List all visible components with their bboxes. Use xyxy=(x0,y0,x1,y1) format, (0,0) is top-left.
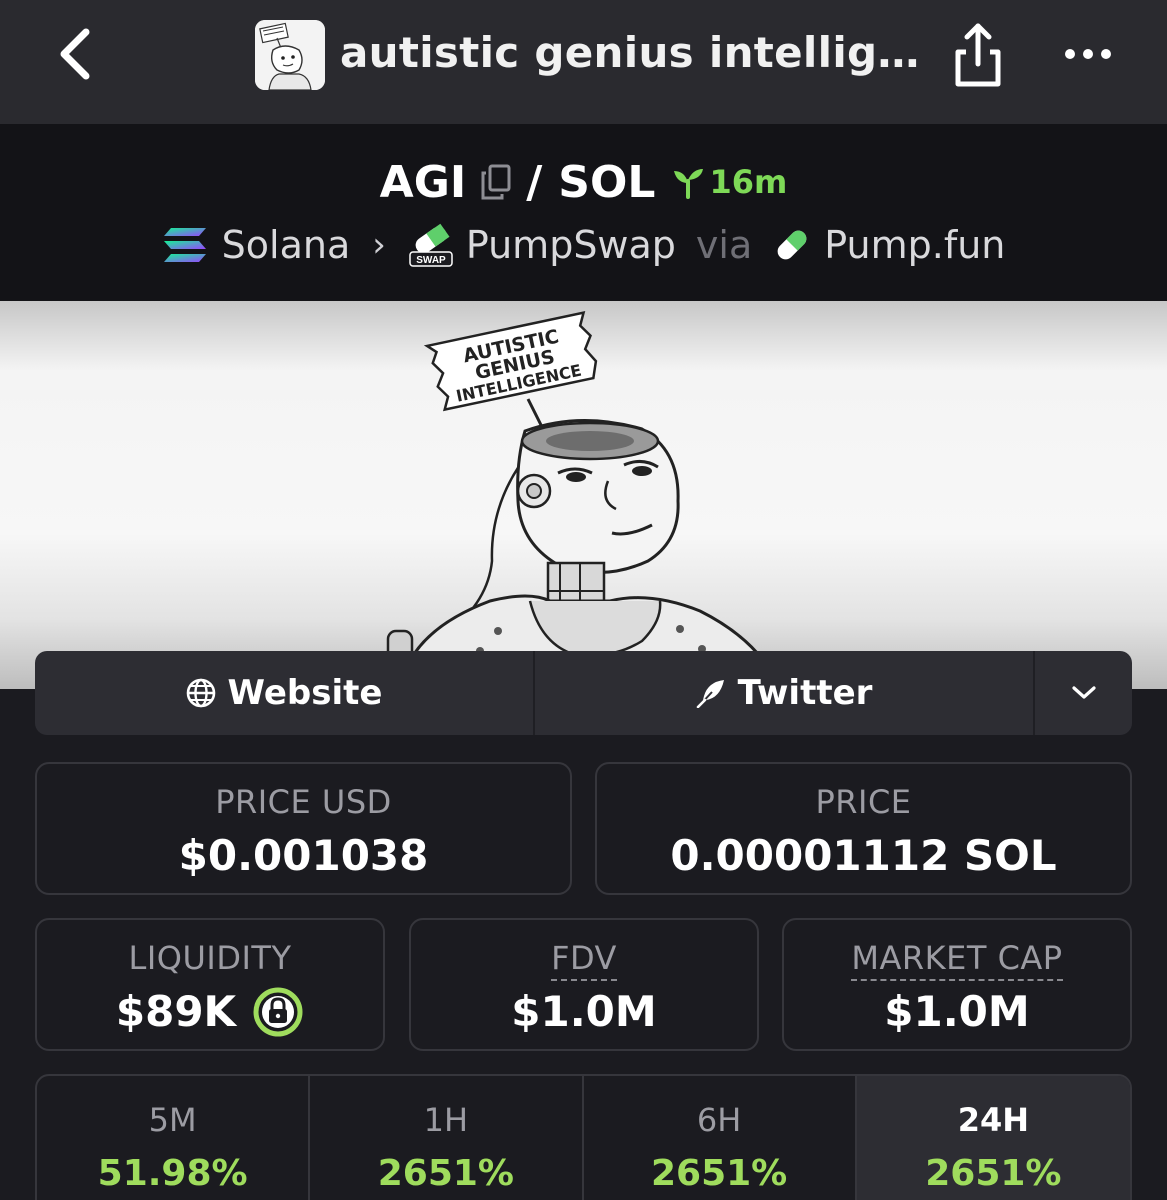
launchpad-link[interactable]: Pump.fun xyxy=(824,223,1005,267)
top-nav-bar: autistic genius intellig… xyxy=(0,0,1167,124)
tab-1h-change: 2651% xyxy=(377,1153,514,1194)
page-title: autistic genius intellig… xyxy=(340,28,920,77)
chain-link[interactable]: Solana xyxy=(222,223,351,267)
fdv-value: $1.0M xyxy=(511,987,657,1036)
tab-5m[interactable]: 5M 51.98% xyxy=(37,1076,311,1200)
price-usd-label: PRICE USD xyxy=(215,783,392,821)
price-native-card: PRICE 0.00001112 SOL xyxy=(595,762,1132,895)
market-cap-label[interactable]: MARKET CAP xyxy=(851,939,1063,981)
globe-icon xyxy=(186,678,215,708)
token-banner-image: AUTISTIC GENIUS INTELLIGENCE xyxy=(386,311,782,689)
pill-icon xyxy=(777,230,807,260)
solana-icon xyxy=(163,228,206,262)
copy-icon[interactable] xyxy=(480,164,512,200)
price-label: PRICE xyxy=(815,783,912,821)
pumpswap-icon: SWAP xyxy=(409,223,453,267)
share-icon xyxy=(955,23,1001,87)
sprout-icon xyxy=(674,169,704,199)
price-change-tabs: 5M 51.98% 1H 2651% 6H 2651% 24H 2651% xyxy=(35,1074,1132,1200)
via-text: via xyxy=(695,223,753,267)
price-usd-value: $0.001038 xyxy=(178,831,429,880)
tab-1h-label: 1H xyxy=(423,1101,469,1139)
price-native-value: 0.00001112 SOL xyxy=(670,831,1057,880)
pair-title: AGI / SOL 16m xyxy=(0,154,1167,210)
fdv-card: FDV $1.0M xyxy=(409,918,759,1051)
tab-24h-label: 24H xyxy=(957,1101,1030,1139)
fdv-label[interactable]: FDV xyxy=(551,939,617,981)
chevron-down-icon xyxy=(1071,686,1096,699)
social-links-bar: Website Twitter xyxy=(35,651,1132,735)
pair-separator: / xyxy=(526,156,543,208)
token-avatar xyxy=(255,20,325,90)
market-cap-card: MARKET CAP $1.0M xyxy=(782,918,1132,1051)
breadcrumb: Solana › SWAP PumpSwap via Pump.fun xyxy=(0,218,1167,272)
lock-icon[interactable] xyxy=(252,986,304,1038)
more-options-button[interactable] xyxy=(1060,36,1116,72)
liquidity-label: LIQUIDITY xyxy=(128,939,292,977)
tab-6h-label: 6H xyxy=(696,1101,742,1139)
tab-1h[interactable]: 1H 2651% xyxy=(310,1076,584,1200)
tab-24h[interactable]: 24H 2651% xyxy=(856,1076,1130,1200)
chevron-right-icon: › xyxy=(372,225,386,265)
dex-badge-text: SWAP xyxy=(416,255,446,266)
website-button[interactable]: Website xyxy=(35,651,535,735)
market-cap-value: $1.0M xyxy=(884,987,1030,1036)
back-button[interactable] xyxy=(52,22,102,86)
liquidity-value: $89K xyxy=(115,987,237,1036)
more-links-button[interactable] xyxy=(1035,651,1132,735)
liquidity-card: LIQUIDITY $89K xyxy=(35,918,385,1051)
ellipsis-icon xyxy=(1065,49,1111,59)
tab-6h[interactable]: 6H 2651% xyxy=(584,1076,857,1200)
quote-token-symbol: SOL xyxy=(558,156,656,208)
twitter-button[interactable]: Twitter xyxy=(535,651,1035,735)
price-usd-card: PRICE USD $0.001038 xyxy=(35,762,572,895)
chevron-left-icon xyxy=(60,28,90,80)
base-token-symbol: AGI xyxy=(379,156,467,208)
share-button[interactable] xyxy=(950,18,1006,90)
tab-24h-change: 2651% xyxy=(925,1153,1062,1194)
tab-6h-change: 2651% xyxy=(650,1153,788,1194)
dex-link[interactable]: PumpSwap xyxy=(466,223,676,267)
pair-header: AGI / SOL 16m Solana › SWAP PumpSwap via… xyxy=(0,124,1167,301)
token-banner: AUTISTIC GENIUS INTELLIGENCE xyxy=(0,301,1167,689)
tab-5m-label: 5M xyxy=(148,1101,197,1139)
feather-icon xyxy=(696,680,724,708)
pair-age: 16m xyxy=(709,163,788,201)
tab-5m-change: 51.98% xyxy=(97,1153,248,1194)
twitter-label: Twitter xyxy=(737,673,873,713)
liquidity-row: $89K xyxy=(37,984,383,1040)
website-label: Website xyxy=(227,673,383,713)
